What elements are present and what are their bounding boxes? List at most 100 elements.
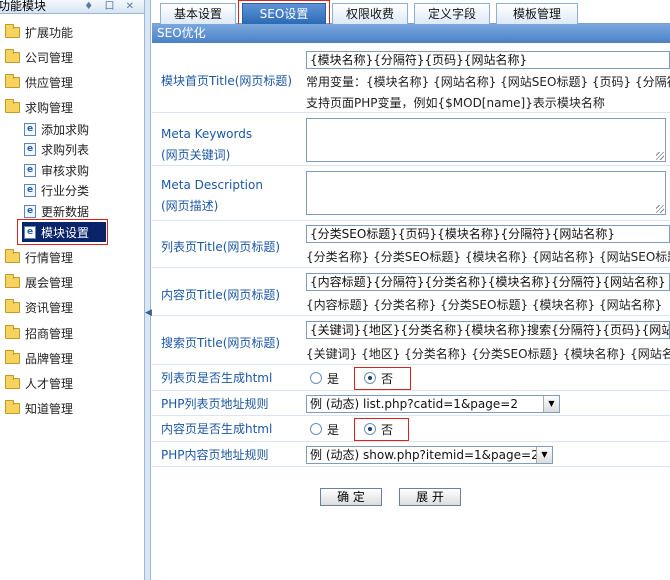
sidebar-window-controls[interactable]: ♦ 口 ✕	[84, 0, 138, 13]
sidebar-folder-buy[interactable]: 求购管理	[5, 96, 73, 118]
field-label: 列表页是否生成html	[161, 371, 273, 385]
folder-icon	[5, 273, 20, 288]
folder-label: 展会管理	[25, 275, 74, 290]
sidebar-item-buy-list[interactable]: e 求购列表	[24, 139, 89, 159]
radio-button-selected[interactable]	[364, 372, 376, 384]
row-search-title: 搜索页Title(网页标题) {关键词}{地区}{分类名称}{模块名称}搜索{分…	[152, 317, 670, 365]
sidebar: 功能模块 ♦ 口 ✕ 扩展功能 公司管理 供应管理 求购管理 e 添加求购 e …	[0, 0, 145, 580]
sidebar-item-add-buy[interactable]: e 添加求购	[24, 119, 89, 139]
tab-seo-settings[interactable]: SEO设置	[242, 3, 326, 24]
main-panel: 基本设置 SEO设置 权限收费 定义字段 模板管理 SEO优化 模块首页Titl…	[152, 0, 670, 580]
folder-label: 行情管理	[25, 250, 74, 265]
leaf-label: 更新数据	[41, 204, 90, 219]
sidebar-folder-know[interactable]: 知道管理	[5, 397, 73, 419]
sidebar-folder-company[interactable]: 公司管理	[5, 46, 73, 68]
page-icon: e	[24, 122, 36, 136]
folder-icon	[5, 399, 20, 414]
folder-label: 供应管理	[25, 75, 74, 90]
meta-keywords-sublabel: (网页关键词)	[161, 148, 231, 162]
page-icon: e	[24, 183, 36, 197]
folder-label: 资讯管理	[25, 300, 74, 315]
list-title-input[interactable]: {分类SEO标题}{页码}{模块名称}{分隔符}{网站名称}	[306, 225, 670, 243]
radio-label: 否	[381, 371, 394, 386]
field-label: Meta Description (网页描述)	[152, 167, 304, 220]
field-value-cell: 是 否	[306, 417, 670, 441]
sidebar-folder-market[interactable]: 行情管理	[5, 246, 73, 268]
list-title-hint: {分类名称} {分类SEO标题} {模块名称} {网站名称} {网站SEO标题}	[306, 250, 670, 264]
sidebar-folder-invest[interactable]: 招商管理	[5, 322, 73, 344]
folder-label: 招商管理	[25, 326, 74, 341]
sidebar-item-review-buy[interactable]: e 审核求购	[24, 160, 89, 180]
resize-grip-icon[interactable]	[656, 205, 664, 213]
sidebar-folder-brand[interactable]: 品牌管理	[5, 347, 73, 369]
field-label: 模块首页Title(网页标题)	[161, 74, 293, 88]
folder-label: 扩展功能	[25, 25, 74, 40]
sidebar-header: 功能模块 ♦ 口 ✕	[0, 0, 144, 14]
dropdown-arrow-icon[interactable]: ▼	[543, 396, 559, 412]
folder-label: 求购管理	[25, 100, 74, 115]
sidebar-item-module-settings[interactable]: e 模块设置	[22, 222, 106, 242]
sidebar-folder-talent[interactable]: 人才管理	[5, 372, 73, 394]
page-icon: e	[24, 204, 36, 218]
content-html-yes-option[interactable]: 是	[310, 417, 339, 441]
radio-button[interactable]	[310, 372, 322, 384]
field-value-cell	[306, 167, 670, 220]
field-value-cell: {模块名称}{分隔符}{页码}{网站名称} 常用变量：{模块名称} {网站名称}…	[306, 47, 670, 112]
field-label: 列表页Title(网页标题)	[161, 240, 281, 254]
list-html-yes-option[interactable]: 是	[310, 366, 339, 390]
folder-label: 人才管理	[25, 376, 74, 391]
folder-icon	[5, 374, 20, 389]
leaf-label: 审核求购	[41, 163, 90, 178]
tab-permissions[interactable]: 权限收费	[332, 3, 408, 24]
field-value-cell: 是 否	[306, 366, 670, 390]
select-value: 例 (动态) list.php?catid=1&page=2	[310, 397, 518, 411]
meta-description-label: Meta Description	[161, 178, 263, 192]
expand-button[interactable]: 展 开	[399, 488, 461, 506]
folder-icon	[5, 349, 20, 364]
sidebar-item-update-data[interactable]: e 更新数据	[24, 201, 89, 221]
folder-icon	[5, 23, 20, 38]
list-html-no-option[interactable]: 否	[364, 366, 393, 390]
sidebar-folder-extend[interactable]: 扩展功能	[5, 21, 73, 43]
sidebar-folder-supply[interactable]: 供应管理	[5, 71, 73, 93]
meta-keywords-label: Meta Keywords	[161, 127, 253, 141]
collapse-arrow-icon[interactable]: ◀	[145, 308, 152, 318]
sidebar-splitter[interactable]: ◀	[145, 0, 152, 580]
tab-basic-settings[interactable]: 基本设置	[160, 3, 236, 24]
radio-button[interactable]	[310, 423, 322, 435]
folder-icon	[5, 73, 20, 88]
leaf-label: 模块设置	[41, 225, 90, 240]
field-value-cell: {关键词}{地区}{分类名称}{模块名称}搜索{分隔符}{页码}{网站名称} {…	[306, 317, 670, 364]
php-content-rule-select[interactable]: 例 (动态) show.php?itemid=1&page=2 ▼	[306, 446, 553, 464]
select-value: 例 (动态) show.php?itemid=1&page=2	[310, 448, 539, 462]
field-label: Meta Keywords (网页关键词)	[152, 114, 304, 165]
leaf-label: 添加求购	[41, 122, 90, 137]
php-list-rule-select[interactable]: 例 (动态) list.php?catid=1&page=2 ▼	[306, 395, 560, 413]
sidebar-folder-exhibition[interactable]: 展会管理	[5, 271, 73, 293]
radio-button-selected[interactable]	[364, 423, 376, 435]
content-html-no-option[interactable]: 否	[364, 417, 393, 441]
confirm-button[interactable]: 确 定	[320, 488, 382, 506]
row-home-title: 模块首页Title(网页标题) {模块名称}{分隔符}{页码}{网站名称} 常用…	[152, 47, 670, 113]
leaf-label: 行业分类	[41, 183, 90, 198]
content-title-input[interactable]: {内容标题}{分隔符}{分类名称}{模块名称}{分隔符}{网站名称}	[306, 273, 670, 291]
tab-custom-fields[interactable]: 定义字段	[414, 3, 490, 24]
row-php-list-rule: PHP列表页地址规则 例 (动态) list.php?catid=1&page=…	[152, 392, 670, 416]
row-content-html: 内容页是否生成html 是 否	[152, 417, 670, 442]
dropdown-arrow-icon[interactable]: ▼	[536, 447, 552, 463]
resize-grip-icon[interactable]	[656, 152, 664, 160]
page-icon: e	[24, 163, 36, 177]
search-title-input[interactable]: {关键词}{地区}{分类名称}{模块名称}搜索{分隔符}{页码}{网站名称}	[306, 321, 670, 339]
home-title-input[interactable]: {模块名称}{分隔符}{页码}{网站名称}	[306, 51, 670, 69]
meta-keywords-textarea[interactable]	[306, 118, 666, 162]
sidebar-item-category[interactable]: e 行业分类	[24, 180, 89, 200]
sidebar-folder-news[interactable]: 资讯管理	[5, 296, 73, 318]
row-meta-keywords: Meta Keywords (网页关键词)	[152, 114, 670, 166]
radio-label: 是	[327, 422, 340, 437]
meta-description-textarea[interactable]	[306, 171, 666, 215]
row-content-title: 内容页Title(网页标题) {内容标题}{分隔符}{分类名称}{模块名称}{分…	[152, 269, 670, 316]
field-label: PHP内容页地址规则	[161, 448, 269, 462]
tab-templates[interactable]: 模板管理	[496, 3, 578, 24]
field-value-cell: {内容标题}{分隔符}{分类名称}{模块名称}{分隔符}{网站名称} {内容标题…	[306, 269, 670, 315]
folder-label: 公司管理	[25, 50, 74, 65]
